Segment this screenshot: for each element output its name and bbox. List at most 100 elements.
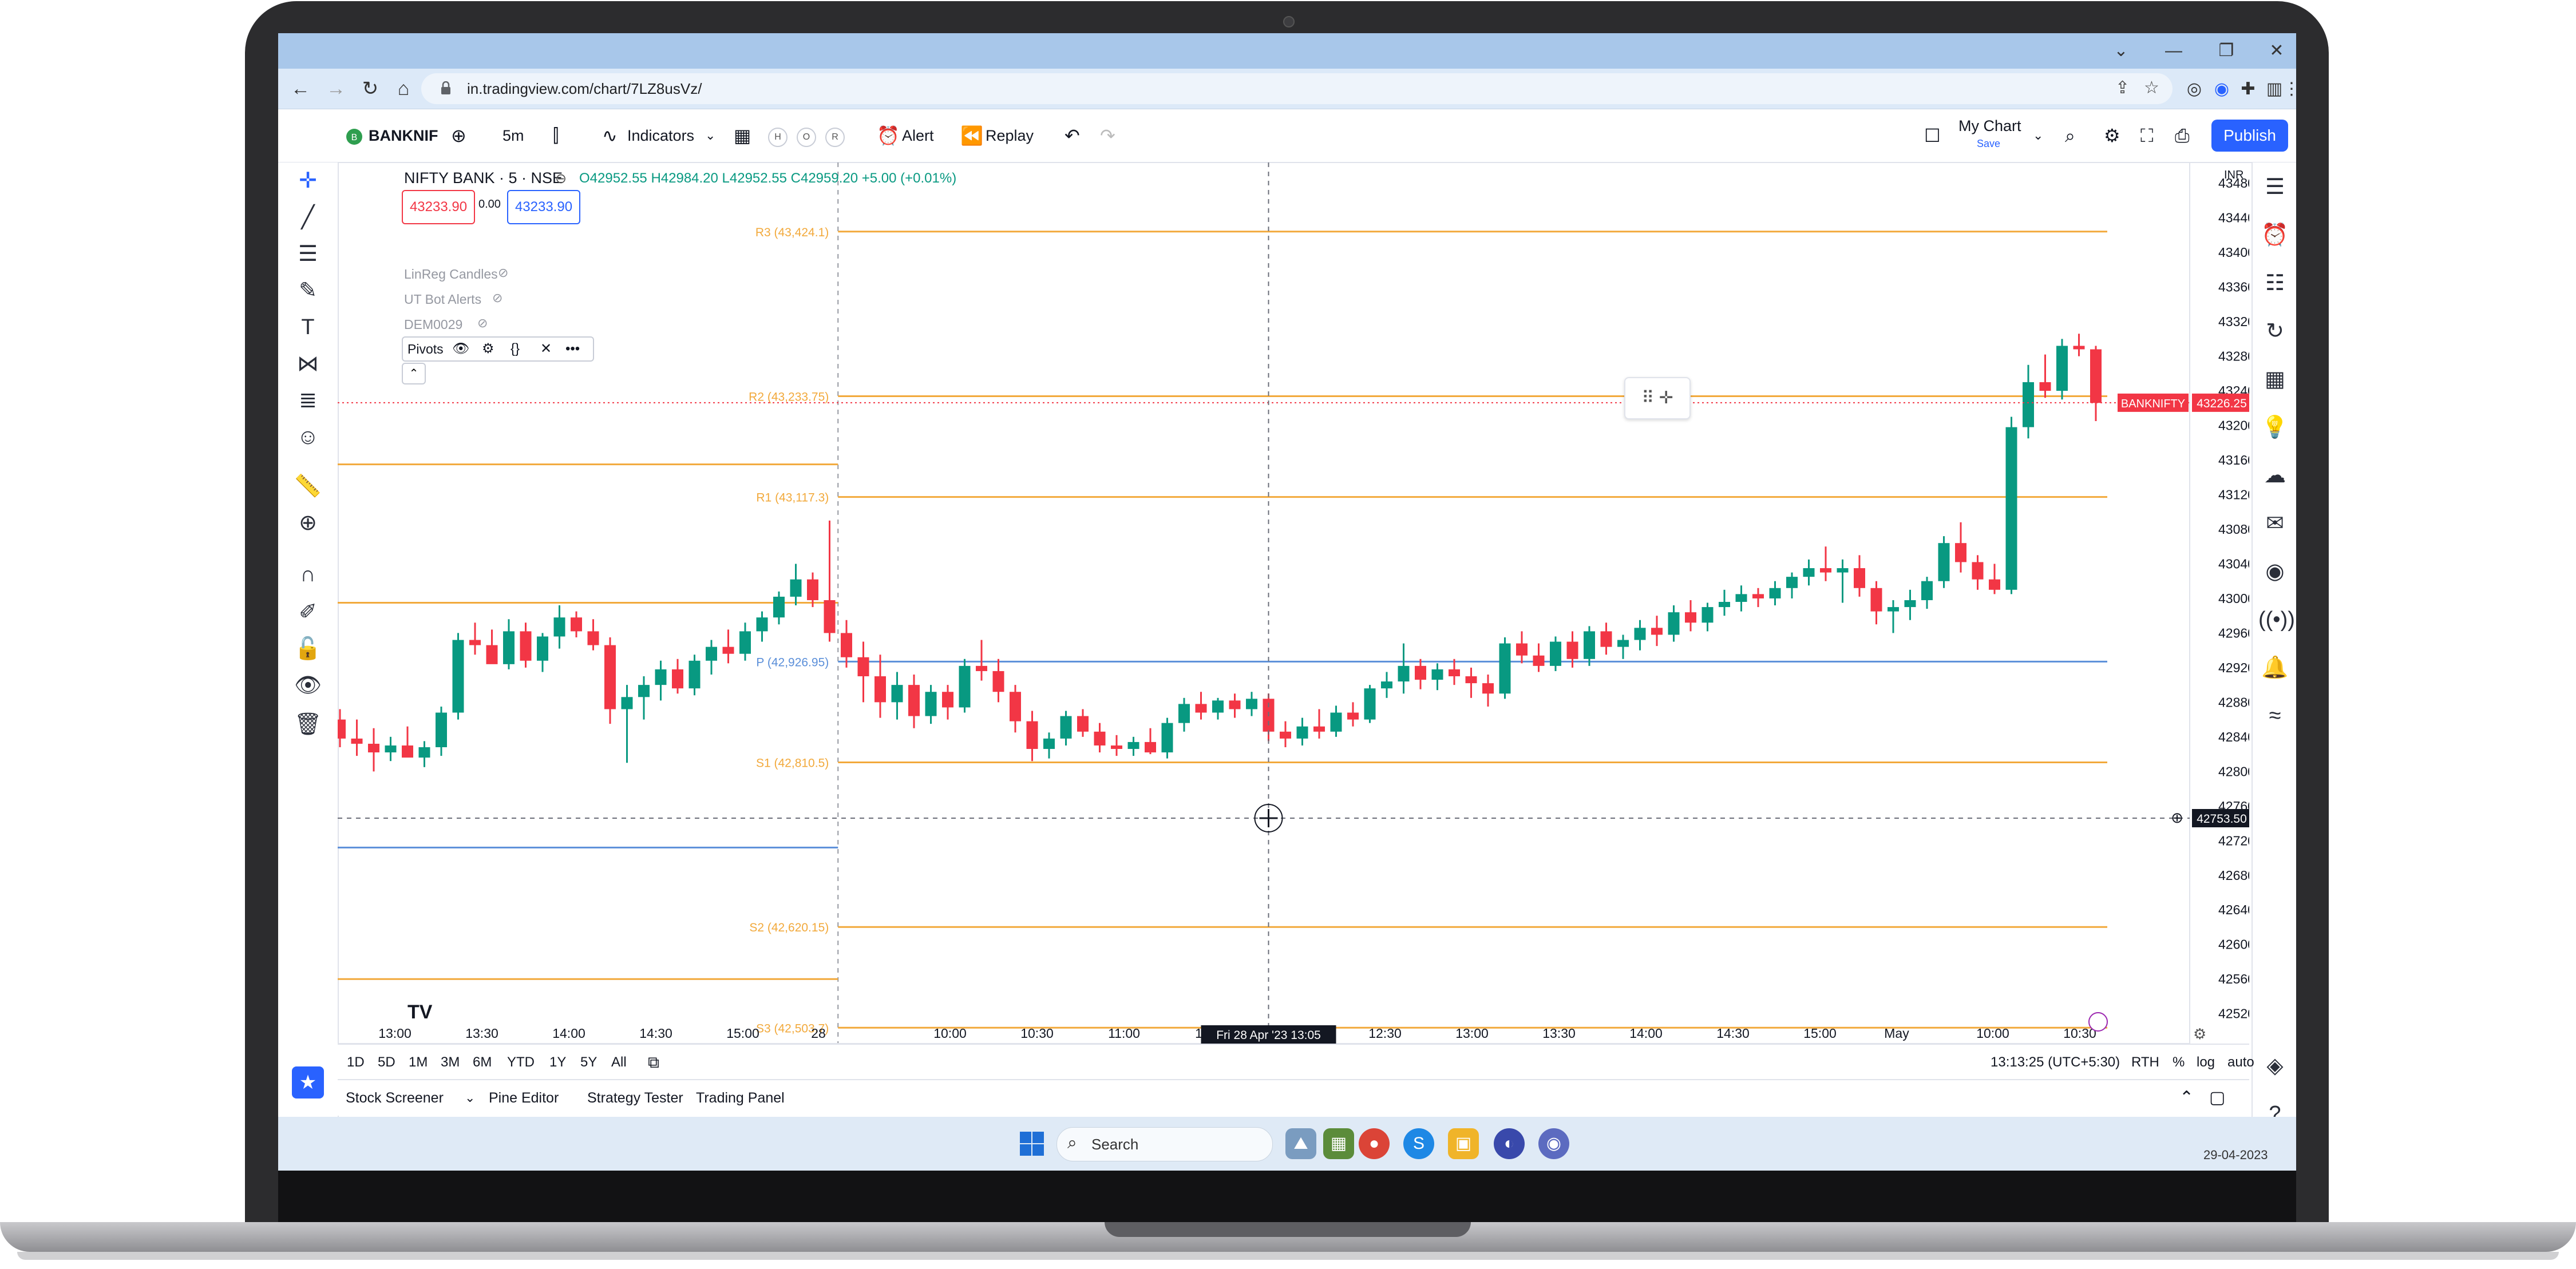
tab-stock-screener[interactable]: Stock Screener	[346, 1080, 444, 1116]
zoom-in-icon[interactable]: ⊕	[291, 506, 325, 540]
lock-drawings-icon[interactable]: 🔓	[291, 632, 325, 666]
file-explorer-icon[interactable]: ▣	[1448, 1128, 1479, 1159]
fullscreen-icon[interactable]: ⛶	[2140, 109, 2153, 162]
notifications-bell-icon[interactable]: 🔔	[2258, 651, 2292, 684]
more-icon[interactable]: •••	[565, 338, 580, 360]
auto-toggle[interactable]: auto	[2227, 1045, 2254, 1080]
favorites-star-icon[interactable]: ★	[292, 1066, 324, 1099]
chrome-icon[interactable]: ●	[1359, 1128, 1390, 1159]
stay-drawing-icon[interactable]: ✐	[291, 595, 325, 629]
redo-icon[interactable]: ↷	[1100, 109, 1115, 162]
price-chart[interactable]: INR ⌄43480.0043440.0043400.0043360.00433…	[338, 162, 2249, 1044]
replay-button[interactable]: Replay	[986, 109, 1034, 162]
pivots-legend[interactable]: Pivots 👁 ⚙ {} ✕ •••	[402, 336, 594, 362]
restore-button[interactable]: ❐	[2209, 38, 2243, 64]
sell-button[interactable]: 43233.90	[402, 190, 475, 224]
taskbar-app-3-icon[interactable]: ◉	[1538, 1128, 1569, 1159]
indicator-linreg-label[interactable]: LinReg Candles	[404, 267, 498, 282]
chart-type-icon[interactable]: ⫿	[553, 109, 559, 162]
tab-search-icon[interactable]: ⌄	[2104, 38, 2138, 64]
ideas-lightbulb-icon[interactable]: 💡	[2258, 411, 2292, 444]
session-button[interactable]: RTH	[2131, 1045, 2159, 1080]
mini-button-r[interactable]: R	[825, 128, 845, 147]
percent-toggle[interactable]: %	[2173, 1045, 2185, 1080]
close-window-button[interactable]: ✕	[2260, 38, 2294, 64]
goto-date-icon[interactable]: ⧉	[648, 1045, 659, 1080]
tab-pine-editor[interactable]: Pine Editor	[489, 1080, 559, 1116]
pattern-tool-icon[interactable]: ⋈	[291, 347, 325, 381]
settings-icon[interactable]: ⚙	[482, 338, 494, 360]
camera-icon[interactable]: ⎙	[2175, 109, 2190, 162]
range-1y[interactable]: 1Y	[549, 1045, 566, 1080]
log-toggle[interactable]: log	[2197, 1045, 2215, 1080]
order-panel-icon[interactable]: ≈	[2258, 699, 2292, 732]
data-window-icon[interactable]: ☷	[2258, 267, 2292, 300]
minimize-button[interactable]: —	[2156, 38, 2191, 64]
layers-icon[interactable]: ◈	[2258, 1049, 2292, 1082]
range-1d[interactable]: 1D	[347, 1045, 365, 1080]
undo-icon[interactable]: ↶	[1065, 109, 1080, 162]
menu-kebab-icon[interactable]: ⋮	[2279, 77, 2296, 102]
hotlists-icon[interactable]: ↻	[2258, 315, 2292, 348]
maximize-panel-icon[interactable]: ▢	[2209, 1080, 2225, 1116]
emoji-icon[interactable]: ☺	[291, 420, 325, 454]
buy-button[interactable]: 43233.90	[507, 190, 580, 224]
indicator-utbot-label[interactable]: UT Bot Alerts	[404, 292, 481, 307]
text-tool-icon[interactable]: T	[291, 310, 325, 344]
address-bar[interactable]: in.tradingview.com/chart/7LZ8usVz/ ⇪ ☆	[421, 73, 2173, 104]
remove-icon[interactable]: ✕	[540, 338, 552, 360]
layout-save-label[interactable]: Save	[1977, 138, 2000, 150]
eye-hidden-icon[interactable]: ⊘	[477, 316, 488, 331]
chevron-down-icon[interactable]: ⌄	[465, 1080, 475, 1116]
collapse-legend-button[interactable]: ⌃	[402, 363, 426, 384]
taskbar-widget-icon[interactable]: ⛰	[1285, 1128, 1316, 1159]
alert-button[interactable]: Alert	[902, 109, 934, 162]
chart-pane[interactable]: INR ⌄43480.0043440.0043400.0043360.00433…	[338, 162, 2249, 1044]
range-5d[interactable]: 5D	[378, 1045, 395, 1080]
range-all[interactable]: All	[611, 1045, 627, 1080]
layout-chevron-icon[interactable]: ⌄	[2033, 109, 2043, 162]
mini-button-o[interactable]: O	[797, 128, 816, 147]
range-5y[interactable]: 5Y	[580, 1045, 597, 1080]
range-3m[interactable]: 3M	[441, 1045, 460, 1080]
prediction-tool-icon[interactable]: ≣	[291, 383, 325, 418]
range-ytd[interactable]: YTD	[507, 1045, 535, 1080]
mini-button-h[interactable]: H	[768, 128, 788, 147]
trend-line-tool-icon[interactable]: ╱	[291, 200, 325, 235]
source-code-icon[interactable]: {}	[511, 338, 520, 360]
taskbar-app-2-icon[interactable]: ◐	[1494, 1128, 1525, 1159]
chevron-down-icon[interactable]: ⌄	[705, 109, 715, 162]
search-icon[interactable]: ⌕	[2065, 109, 2075, 162]
clock-timezone[interactable]: 13:13:25 (UTC+5:30)	[1991, 1045, 2120, 1080]
reload-icon[interactable]: ↻	[356, 74, 385, 103]
streams-icon[interactable]: ◉	[2258, 555, 2292, 588]
collapse-panel-icon[interactable]: ⌃	[2179, 1080, 2194, 1116]
extension-icon[interactable]: ◎	[2182, 77, 2207, 102]
gear-icon[interactable]: ⚙	[2104, 109, 2120, 162]
layout-name[interactable]: My Chart	[1958, 117, 2021, 135]
windows-start-icon[interactable]	[1020, 1132, 1044, 1156]
eye-hidden-icon[interactable]: ⊘	[498, 265, 508, 280]
taskbar-app-icon[interactable]: ▦	[1323, 1128, 1354, 1159]
eye-icon[interactable]: 👁	[291, 668, 325, 703]
extension-icon-2[interactable]: ◉	[2209, 77, 2234, 102]
crosshair-tool-icon[interactable]: ✛	[291, 164, 325, 198]
messages-icon[interactable]: ✉	[2258, 507, 2292, 540]
ruler-icon[interactable]: 📏	[291, 469, 325, 503]
forward-icon[interactable]: →	[322, 74, 350, 103]
timeframe-button[interactable]: 5m	[502, 109, 524, 162]
trash-icon[interactable]: 🗑	[291, 707, 325, 741]
fib-tool-icon[interactable]: ☰	[291, 237, 325, 271]
layout-select-icon[interactable]: ☐	[1924, 109, 1941, 162]
alerts-clock-icon[interactable]: ⏰	[2258, 219, 2292, 252]
tab-strategy-tester[interactable]: Strategy Tester	[587, 1080, 683, 1116]
calendar-icon[interactable]: ▦	[2258, 363, 2292, 396]
templates-icon[interactable]: ▦	[734, 109, 751, 162]
home-icon[interactable]: ⌂	[389, 74, 418, 103]
eye-hidden-icon[interactable]: ⊘	[492, 291, 502, 306]
legend-minus-icon[interactable]: ⊖	[555, 170, 567, 187]
symbol-title[interactable]: NIFTY BANK · 5 · NSE	[404, 169, 563, 187]
range-1m[interactable]: 1M	[409, 1045, 428, 1080]
indicators-button[interactable]: Indicators	[627, 109, 694, 162]
tab-trading-panel[interactable]: Trading Panel	[696, 1080, 785, 1116]
